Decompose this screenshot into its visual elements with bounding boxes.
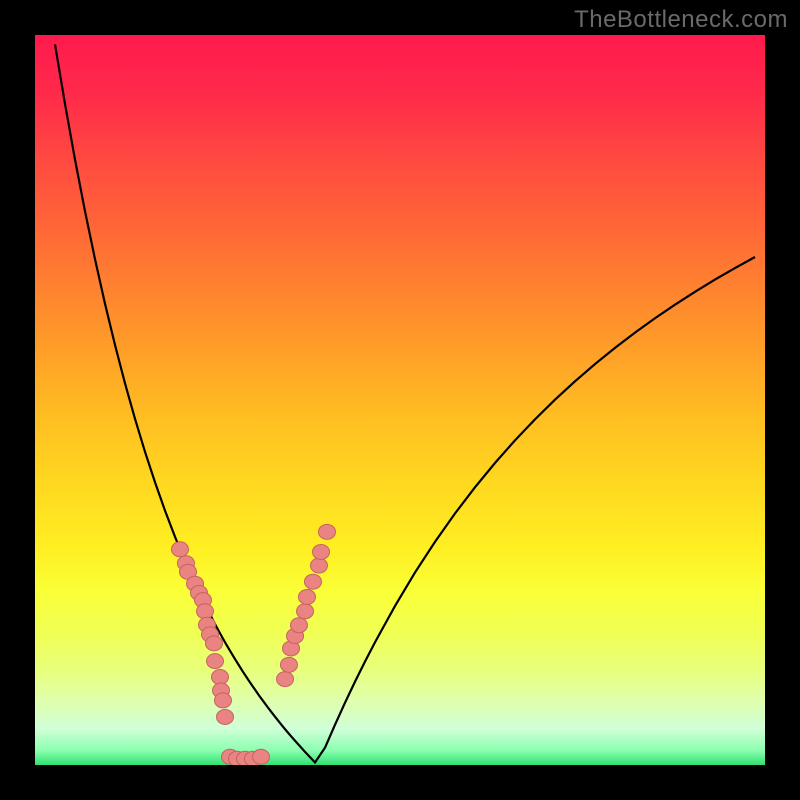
chart-svg [35, 35, 765, 765]
data-dot [277, 672, 294, 687]
data-dot [297, 604, 314, 619]
chart-frame: TheBottleneck.com [0, 0, 800, 800]
data-dot [211, 670, 228, 685]
data-dot [206, 636, 223, 651]
watermark-text: TheBottleneck.com [574, 6, 788, 34]
dot-layer [171, 524, 335, 765]
data-dot [214, 693, 231, 708]
data-dot [299, 589, 316, 604]
bottleneck-curve [55, 44, 755, 762]
data-dot [319, 524, 336, 539]
data-dot [253, 749, 270, 764]
data-dot [217, 709, 234, 724]
data-dot [310, 558, 327, 573]
chart-plot-area [35, 35, 765, 765]
data-dot [280, 657, 297, 672]
data-dot [304, 574, 321, 589]
data-dot [290, 618, 307, 633]
data-dot [207, 654, 224, 669]
data-dot [313, 544, 330, 559]
data-dot [197, 604, 214, 619]
data-dot [171, 542, 188, 557]
